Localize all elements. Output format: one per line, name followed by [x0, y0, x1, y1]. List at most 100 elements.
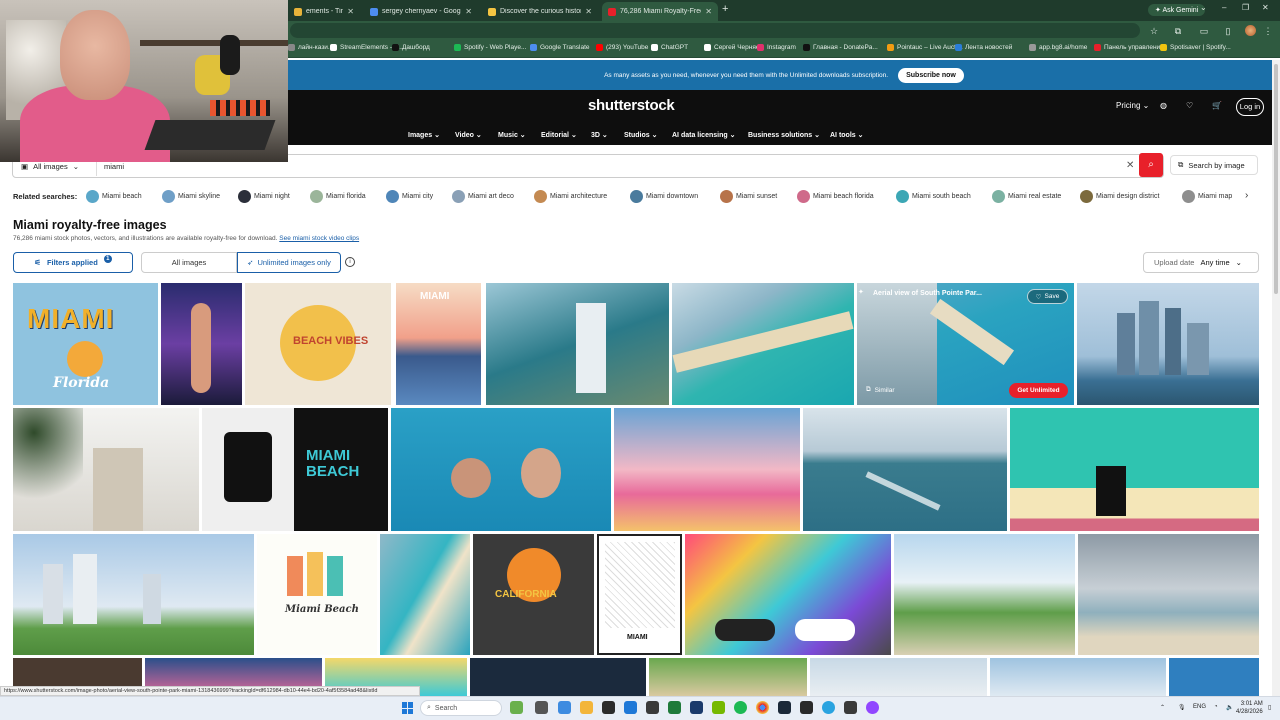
related-search-chip[interactable]: Miami south beach [896, 189, 971, 204]
similar-button[interactable]: ⧉ Similar [866, 386, 895, 394]
unlimited-images-toggle[interactable]: ➶ Unlimited images only [237, 252, 341, 273]
related-search-chip[interactable]: Miami city [386, 189, 433, 204]
image-tile[interactable] [391, 408, 611, 531]
ask-gemini-button[interactable]: ✦ Ask Gemini [1148, 4, 1206, 16]
image-tile[interactable] [486, 283, 669, 405]
close-icon[interactable]: ✕ [585, 7, 592, 16]
bookmark-item[interactable]: Google Translate [530, 44, 590, 51]
shutterstock-logo[interactable]: shutterstock [588, 97, 675, 114]
extensions-icon[interactable]: ⧉ [1172, 25, 1184, 37]
subscribe-button[interactable]: Subscribe now [898, 67, 964, 83]
bookmark-item[interactable]: Spotify - Web Playe... [454, 44, 526, 51]
image-tile[interactable]: MIAMI [597, 534, 682, 655]
app-icon[interactable] [668, 701, 681, 714]
image-tile[interactable] [202, 408, 294, 531]
bookmark-item[interactable]: Главная - DonatePa... [803, 44, 878, 51]
clear-icon[interactable]: ✕ [1126, 160, 1134, 171]
nav-editorial[interactable]: Editorial ⌄ [541, 131, 577, 139]
related-search-chip[interactable]: Miami beach [86, 189, 142, 204]
close-icon[interactable]: ✕ [465, 7, 472, 16]
bookmark-item[interactable]: Instagram [757, 44, 796, 51]
image-tile[interactable] [161, 283, 242, 405]
filters-button[interactable]: ⚟ Filters applied 1 [13, 252, 133, 273]
photoshop-icon[interactable] [690, 701, 703, 714]
chrome-icon[interactable] [756, 701, 769, 714]
taskbar-search[interactable]: ⌕ Search [420, 700, 502, 716]
related-search-chip[interactable]: Miami beach florida [797, 189, 874, 204]
windows-start-icon[interactable] [402, 702, 414, 714]
telegram-icon[interactable] [822, 701, 835, 714]
pricing-menu[interactable]: Pricing ⌄ [1116, 101, 1149, 110]
image-tile[interactable] [614, 408, 800, 531]
tray-chevron-icon[interactable]: ⌃ [1160, 704, 1165, 711]
address-bar[interactable] [290, 23, 1140, 38]
app-icon[interactable] [646, 701, 659, 714]
bookmark-item[interactable]: лайн-кази... [288, 44, 333, 51]
related-search-chip[interactable]: Miami florida [310, 189, 366, 204]
image-tile[interactable] [13, 534, 254, 655]
task-view-icon[interactable] [535, 701, 548, 714]
related-search-chip[interactable]: Miami architecture [534, 189, 607, 204]
file-explorer-icon[interactable] [580, 701, 593, 714]
nav-3d[interactable]: 3D ⌄ [591, 131, 608, 139]
network-icon[interactable]: ◔ [1214, 704, 1218, 710]
image-tile[interactable] [990, 658, 1166, 696]
image-tile[interactable] [810, 658, 987, 696]
related-search-chip[interactable]: Miami sunset [720, 189, 777, 204]
related-search-chip[interactable]: Miami design district [1080, 189, 1159, 204]
bookmark-item[interactable]: app.bg8.ai/home [1029, 44, 1087, 51]
mic-tray-icon[interactable]: 🎙 [1178, 704, 1186, 711]
image-tile[interactable]: Miami Beach [257, 534, 377, 655]
bookmark-item[interactable]: (293) YouTube [596, 44, 648, 51]
volume-icon[interactable]: 🔈 [1226, 704, 1233, 711]
profile-avatar[interactable] [1245, 25, 1256, 36]
menu-icon[interactable]: ⋮ [1262, 25, 1274, 37]
close-icon[interactable]: ✕ [705, 7, 712, 16]
nav-studios[interactable]: Studios ⌄ [624, 131, 657, 139]
nav-ai-data-licensing[interactable]: AI data licensing ⌄ [672, 131, 735, 139]
nav-video[interactable]: Video ⌄ [455, 131, 482, 139]
app-icon[interactable] [602, 701, 615, 714]
save-button[interactable]: ♡ Save [1027, 289, 1068, 304]
sort-select[interactable]: Upload date Any time ⌄ [1143, 252, 1259, 273]
related-search-chip[interactable]: Miami art deco [452, 189, 514, 204]
info-icon[interactable]: i [345, 257, 355, 267]
close-window-button[interactable]: ✕ [1262, 3, 1269, 12]
bookmark-item[interactable]: ChatGPT [651, 44, 688, 51]
image-tile[interactable] [1078, 534, 1259, 655]
globe-icon[interactable]: ◍ [1160, 101, 1167, 110]
tab-shutterstock[interactable]: 76,286 Miami Royalty-Free Ima ✕ [602, 2, 718, 21]
chevron-right-icon[interactable]: › [1245, 190, 1248, 201]
scrollbar-thumb[interactable] [1274, 64, 1278, 294]
steam-icon[interactable] [778, 701, 791, 714]
taskbar-clock[interactable]: 3:01 AM 4/28/2026 [1236, 700, 1263, 716]
app-icon[interactable] [866, 701, 879, 714]
related-search-chip[interactable]: Miami real estate [992, 189, 1061, 204]
related-search-chip[interactable]: Miami night [238, 189, 290, 204]
related-search-chip[interactable]: Miami map [1182, 189, 1232, 204]
sidepanel-icon[interactable]: ▯ [1222, 25, 1234, 37]
app-icon[interactable] [800, 701, 813, 714]
image-tile[interactable] [1169, 658, 1259, 696]
image-tile[interactable] [470, 658, 646, 696]
image-tile[interactable]: CALIFORNIA [473, 534, 594, 655]
spotify-icon[interactable] [734, 701, 747, 714]
image-tile[interactable] [1077, 283, 1259, 405]
cart-icon[interactable]: 🛒 [1212, 101, 1222, 110]
video-clips-link[interactable]: See miami stock video clips [279, 235, 359, 242]
search-button[interactable]: ⌕ [1139, 153, 1163, 177]
all-images-toggle[interactable]: All images [141, 252, 237, 273]
image-tile[interactable] [13, 408, 199, 531]
image-tile[interactable] [685, 534, 891, 655]
image-tile[interactable]: BEACH VIBES [245, 283, 391, 405]
bookmark-item[interactable]: Дашборд [392, 44, 430, 51]
bookmark-item[interactable]: Сергей Черняев [704, 44, 763, 51]
nav-images[interactable]: Images ⌄ [408, 131, 440, 139]
nav-music[interactable]: Music ⌄ [498, 131, 526, 139]
close-icon[interactable]: ✕ [347, 7, 354, 16]
heart-icon[interactable]: ♡ [1186, 101, 1193, 110]
widgets-icon[interactable] [510, 701, 523, 714]
tab-timers[interactable]: ements - Timers ✕ [288, 2, 360, 21]
image-tile[interactable] [672, 283, 854, 405]
notification-icon[interactable]: ▯ [1268, 704, 1271, 711]
